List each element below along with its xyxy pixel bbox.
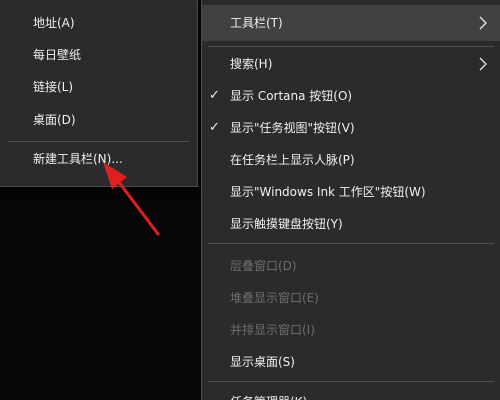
- menu-separator: [208, 381, 494, 382]
- menu-item-label: 显示"Windows Ink 工作区"按钮(W): [230, 185, 426, 199]
- menu-item-label: 搜索(H): [230, 57, 273, 71]
- menu-item-show-touch-keyboard[interactable]: 显示触摸键盘按钮(Y): [202, 208, 500, 240]
- menu-item-label: 显示 Cortana 按钮(O): [230, 89, 353, 103]
- menu-item-label: 显示"任务视图"按钮(V): [230, 121, 355, 135]
- submenu-item-label: 链接(L): [33, 80, 74, 94]
- menu-item-stacked[interactable]: 堆叠显示窗口(E): [202, 282, 500, 314]
- chevron-right-icon: [479, 16, 487, 30]
- checkmark-icon: ✓: [209, 120, 220, 135]
- submenu-item-label: 地址(A): [33, 16, 75, 30]
- menu-item-show-cortana[interactable]: ✓ 显示 Cortana 按钮(O): [202, 80, 500, 112]
- menu-item-toolbars[interactable]: 工具栏(T): [202, 5, 500, 41]
- menu-item-label: 在任务栏上显示人脉(P): [230, 153, 355, 167]
- menu-item-label: 任务管理器(K): [230, 386, 307, 400]
- menu-separator: [208, 243, 494, 244]
- toolbars-submenu: 地址(A) 每日壁纸 链接(L) 桌面(D) 新建工具栏(N)...: [0, 0, 198, 187]
- chevron-right-icon: [479, 57, 487, 71]
- taskbar-context-menu: 工具栏(T) 搜索(H) ✓ 显示 Cortana 按钮(O) ✓ 显示"任务视…: [201, 0, 500, 400]
- submenu-item-desktop[interactable]: 桌面(D): [0, 104, 197, 136]
- menu-item-label: 显示桌面(S): [230, 355, 295, 369]
- menu-item-side-by-side[interactable]: 并排显示窗口(I): [202, 314, 500, 346]
- submenu-item-label: 每日壁纸: [33, 48, 82, 62]
- submenu-item-links[interactable]: 链接(L): [0, 71, 197, 103]
- menu-item-search[interactable]: 搜索(H): [202, 48, 500, 80]
- new-toolbar-label: 新建工具栏(N)...: [33, 152, 123, 166]
- menu-item-label: 层叠窗口(D): [230, 259, 297, 273]
- menu-item-cascade[interactable]: 层叠窗口(D): [202, 250, 500, 282]
- submenu-item-address[interactable]: 地址(A): [0, 7, 197, 39]
- submenu-separator: [8, 141, 189, 142]
- submenu-item-label: 桌面(D): [33, 113, 76, 127]
- checkmark-icon: ✓: [209, 88, 220, 103]
- menu-item-show-people[interactable]: 在任务栏上显示人脉(P): [202, 144, 500, 176]
- desktop-screen: 地址(A) 每日壁纸 链接(L) 桌面(D) 新建工具栏(N)... 工具栏(T…: [0, 0, 500, 400]
- menu-separator: [208, 46, 494, 47]
- menu-item-label: 并排显示窗口(I): [230, 323, 315, 337]
- menu-item-label: 工具栏(T): [230, 16, 283, 30]
- new-toolbar-item[interactable]: 新建工具栏(N)...: [0, 143, 197, 175]
- menu-item-show-desktop[interactable]: 显示桌面(S): [202, 346, 500, 378]
- submenu-item-daily-wallpaper[interactable]: 每日壁纸: [0, 39, 197, 71]
- menu-item-task-manager[interactable]: 任务管理器(K): [202, 386, 500, 400]
- menu-item-show-ink[interactable]: 显示"Windows Ink 工作区"按钮(W): [202, 176, 500, 208]
- menu-item-label: 堆叠显示窗口(E): [230, 291, 319, 305]
- menu-item-label: 显示触摸键盘按钮(Y): [230, 217, 343, 231]
- menu-item-show-task-view[interactable]: ✓ 显示"任务视图"按钮(V): [202, 112, 500, 144]
